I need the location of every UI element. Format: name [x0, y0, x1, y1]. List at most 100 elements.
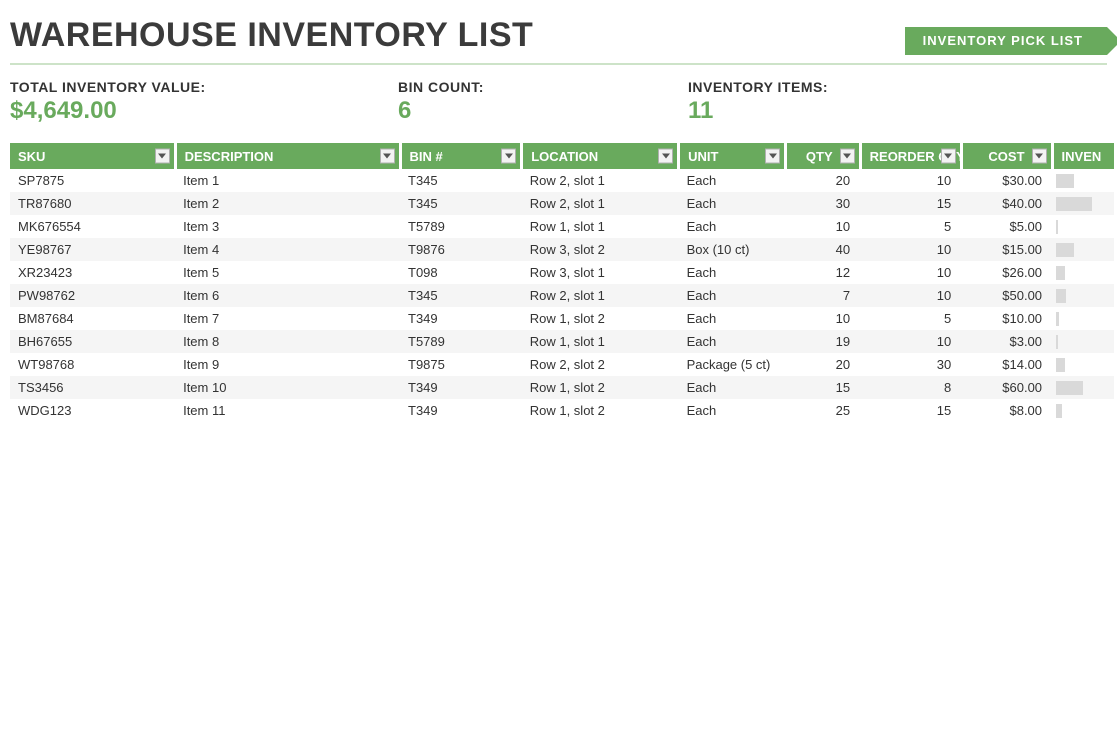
cell-location: Row 1, slot 2 — [522, 376, 679, 399]
filter-icon[interactable] — [941, 149, 956, 164]
col-unit[interactable]: UNIT — [679, 143, 786, 169]
cell-description: Item 1 — [175, 169, 400, 192]
cell-location: Row 3, slot 1 — [522, 261, 679, 284]
cell-description: Item 7 — [175, 307, 400, 330]
col-unit-label: UNIT — [688, 149, 718, 164]
data-bar — [1056, 243, 1074, 257]
cell-reorder-qty: 10 — [860, 169, 961, 192]
cell-bin: T5789 — [400, 330, 522, 353]
cell-location: Row 2, slot 2 — [522, 353, 679, 376]
cell-inventory-bar — [1052, 215, 1114, 238]
cell-qty: 15 — [786, 376, 860, 399]
col-qty[interactable]: QTY — [786, 143, 860, 169]
table-row[interactable]: BM87684Item 7T349Row 1, slot 2Each105$10… — [10, 307, 1114, 330]
cell-reorder-qty: 8 — [860, 376, 961, 399]
header-divider — [10, 63, 1107, 65]
table-row[interactable]: WT98768Item 9T9875Row 2, slot 2Package (… — [10, 353, 1114, 376]
cell-sku: BM87684 — [10, 307, 175, 330]
col-sku[interactable]: SKU — [10, 143, 175, 169]
inventory-pick-list-button[interactable]: INVENTORY PICK LIST — [905, 27, 1107, 55]
cell-sku: XR23423 — [10, 261, 175, 284]
filter-icon[interactable] — [1032, 149, 1047, 164]
cell-cost: $8.00 — [961, 399, 1052, 422]
cell-cost: $15.00 — [961, 238, 1052, 261]
filter-icon[interactable] — [155, 149, 170, 164]
filter-icon[interactable] — [840, 149, 855, 164]
table-row[interactable]: TR87680Item 2T345Row 2, slot 1Each3015$4… — [10, 192, 1114, 215]
cell-cost: $60.00 — [961, 376, 1052, 399]
table-row[interactable]: PW98762Item 6T345Row 2, slot 1Each710$50… — [10, 284, 1114, 307]
cell-cost: $26.00 — [961, 261, 1052, 284]
cell-qty: 7 — [786, 284, 860, 307]
col-reorder-qty[interactable]: REORDER QTY — [860, 143, 961, 169]
table-row[interactable]: SP7875Item 1T345Row 2, slot 1Each2010$30… — [10, 169, 1114, 192]
table-row[interactable]: WDG123Item 11T349Row 1, slot 2Each2515$8… — [10, 399, 1114, 422]
cell-sku: YE98767 — [10, 238, 175, 261]
cell-location: Row 1, slot 2 — [522, 307, 679, 330]
cell-inventory-bar — [1052, 169, 1114, 192]
table-row[interactable]: MK676554Item 3T5789Row 1, slot 1Each105$… — [10, 215, 1114, 238]
cell-cost: $5.00 — [961, 215, 1052, 238]
col-description[interactable]: DESCRIPTION — [175, 143, 400, 169]
cell-sku: TS3456 — [10, 376, 175, 399]
total-inventory-value: $4,649.00 — [10, 97, 398, 125]
cell-description: Item 5 — [175, 261, 400, 284]
cell-unit: Box (10 ct) — [679, 238, 786, 261]
cell-bin: T345 — [400, 284, 522, 307]
cell-bin: T9876 — [400, 238, 522, 261]
cell-cost: $3.00 — [961, 330, 1052, 353]
col-location[interactable]: LOCATION — [522, 143, 679, 169]
data-bar — [1056, 220, 1058, 234]
table-row[interactable]: TS3456Item 10T349Row 1, slot 2Each158$60… — [10, 376, 1114, 399]
inventory-items-value: 11 — [688, 97, 828, 125]
col-inventory-value[interactable]: INVEN — [1052, 143, 1114, 169]
cell-description: Item 11 — [175, 399, 400, 422]
filter-icon[interactable] — [765, 149, 780, 164]
cell-cost: $40.00 — [961, 192, 1052, 215]
col-cost[interactable]: COST — [961, 143, 1052, 169]
cell-reorder-qty: 10 — [860, 284, 961, 307]
cell-sku: MK676554 — [10, 215, 175, 238]
filter-icon[interactable] — [658, 149, 673, 164]
cell-inventory-bar — [1052, 399, 1114, 422]
col-qty-label: QTY — [806, 149, 833, 164]
cell-sku: WT98768 — [10, 353, 175, 376]
cell-sku: BH67655 — [10, 330, 175, 353]
bin-count-value: 6 — [398, 97, 688, 125]
data-bar — [1056, 266, 1065, 280]
cell-bin: T5789 — [400, 215, 522, 238]
cell-inventory-bar — [1052, 307, 1114, 330]
filter-icon[interactable] — [501, 149, 516, 164]
cell-unit: Each — [679, 376, 786, 399]
cell-location: Row 2, slot 1 — [522, 192, 679, 215]
cell-reorder-qty: 5 — [860, 215, 961, 238]
cell-unit: Each — [679, 261, 786, 284]
table-row[interactable]: XR23423Item 5T098Row 3, slot 1Each1210$2… — [10, 261, 1114, 284]
cell-bin: T345 — [400, 192, 522, 215]
cell-unit: Each — [679, 399, 786, 422]
table-row[interactable]: BH67655Item 8T5789Row 1, slot 1Each1910$… — [10, 330, 1114, 353]
cell-unit: Package (5 ct) — [679, 353, 786, 376]
table-row[interactable]: YE98767Item 4T9876Row 3, slot 2Box (10 c… — [10, 238, 1114, 261]
cell-reorder-qty: 30 — [860, 353, 961, 376]
cell-reorder-qty: 10 — [860, 238, 961, 261]
cell-description: Item 9 — [175, 353, 400, 376]
cell-inventory-bar — [1052, 376, 1114, 399]
cell-inventory-bar — [1052, 353, 1114, 376]
cell-qty: 25 — [786, 399, 860, 422]
col-cost-label: COST — [988, 149, 1024, 164]
col-location-label: LOCATION — [531, 149, 598, 164]
data-bar — [1056, 174, 1074, 188]
col-bin[interactable]: BIN # — [400, 143, 522, 169]
summary-row: TOTAL INVENTORY VALUE: $4,649.00 BIN COU… — [10, 79, 1107, 125]
cell-description: Item 2 — [175, 192, 400, 215]
cell-qty: 20 — [786, 353, 860, 376]
cell-description: Item 4 — [175, 238, 400, 261]
cell-location: Row 2, slot 1 — [522, 169, 679, 192]
cell-bin: T345 — [400, 169, 522, 192]
cell-bin: T349 — [400, 376, 522, 399]
cell-cost: $30.00 — [961, 169, 1052, 192]
total-inventory-value-label: TOTAL INVENTORY VALUE: — [10, 79, 398, 95]
filter-icon[interactable] — [380, 149, 395, 164]
cell-bin: T349 — [400, 399, 522, 422]
